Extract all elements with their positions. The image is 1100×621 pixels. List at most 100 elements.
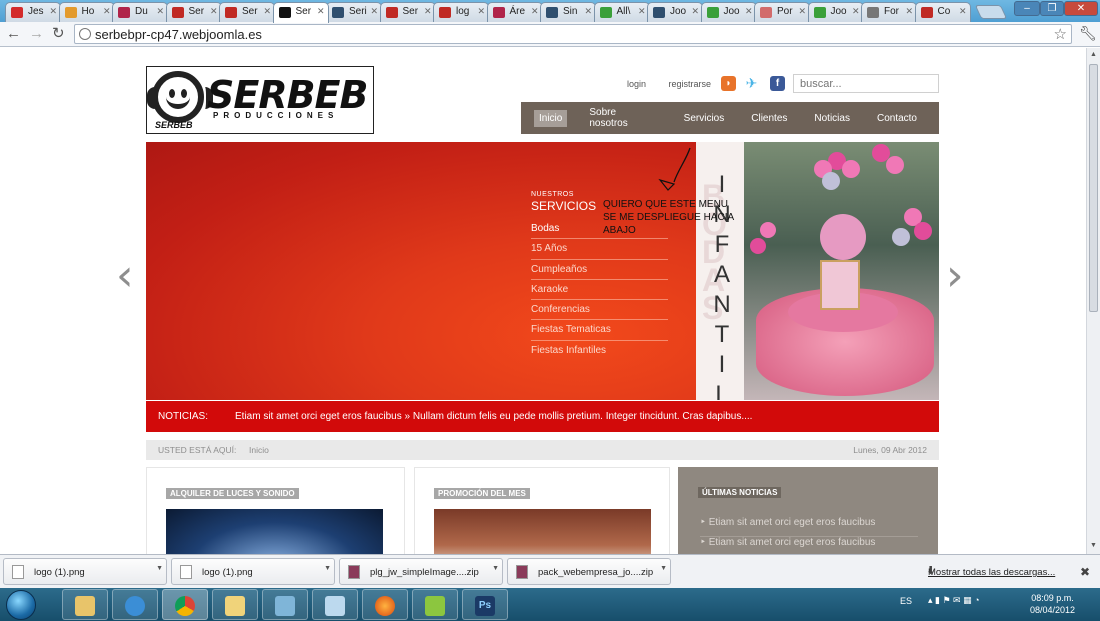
- taskbar-photoshop[interactable]: Ps: [462, 589, 508, 620]
- reload-icon[interactable]: ↻: [52, 25, 65, 43]
- download-menu-caret-icon[interactable]: ▼: [660, 565, 667, 572]
- scroll-down-icon[interactable]: ▼: [1090, 542, 1097, 549]
- taskbar-window[interactable]: [312, 589, 358, 620]
- close-tab-icon[interactable]: ✕: [156, 6, 164, 17]
- taskbar-ie[interactable]: [112, 589, 158, 620]
- browser-tab[interactable]: Ser ✕: [379, 2, 436, 22]
- lights-image[interactable]: [166, 509, 383, 554]
- close-tab-icon[interactable]: ✕: [905, 6, 913, 17]
- close-tab-icon[interactable]: ✕: [103, 6, 111, 17]
- taskbar-folder[interactable]: [212, 589, 258, 620]
- forward-arrow-icon[interactable]: →: [29, 25, 44, 43]
- close-tab-icon[interactable]: ✕: [424, 6, 432, 17]
- service-item[interactable]: 15 Años: [531, 239, 668, 260]
- service-item[interactable]: Fiestas Tematicas: [531, 320, 668, 341]
- taskbar-firefox[interactable]: [362, 589, 408, 620]
- download-menu-caret-icon[interactable]: ▼: [156, 565, 163, 572]
- close-tab-icon[interactable]: ✕: [263, 6, 271, 17]
- wrench-menu-icon[interactable]: 🔧︎: [1079, 25, 1097, 42]
- download-item[interactable]: pack_webempresa_jo....zip ▼: [507, 558, 671, 585]
- scroll-up-icon[interactable]: ▲: [1090, 51, 1097, 58]
- slide-prev-arrow-icon[interactable]: ‹: [116, 254, 134, 298]
- nav-item[interactable]: Contacto: [872, 110, 922, 127]
- browser-tab[interactable]: Joo ✕: [647, 2, 703, 22]
- news-item[interactable]: ‣ Etiam sit amet orci eget eros faucibus: [700, 537, 918, 554]
- back-arrow-icon[interactable]: ←: [6, 25, 21, 43]
- language-indicator[interactable]: ES: [900, 596, 912, 606]
- browser-tab[interactable]: Áre ✕: [486, 2, 543, 22]
- service-item[interactable]: Fiestas Infantiles: [531, 341, 668, 361]
- browser-tab[interactable]: Ser ✕: [219, 2, 275, 22]
- browser-tab[interactable]: All\ ✕: [593, 2, 650, 22]
- tray-icons[interactable]: ▴ ▮ ⚑ ✉ ▦ ◔: [928, 595, 980, 606]
- browser-tab[interactable]: Co ✕: [914, 2, 971, 22]
- close-tab-icon[interactable]: ✕: [317, 6, 325, 17]
- register-link[interactable]: registrarse: [669, 79, 712, 89]
- nav-item[interactable]: Noticias: [809, 110, 855, 127]
- browser-tab[interactable]: Ser ✕: [165, 2, 222, 22]
- service-item[interactable]: Conferencias: [531, 300, 668, 321]
- scroll-thumb[interactable]: [1089, 64, 1098, 312]
- bookmark-star-icon[interactable]: ☆: [1054, 25, 1067, 43]
- minimize-button[interactable]: –: [1014, 1, 1040, 16]
- nav-item[interactable]: Sobre nosotros: [584, 104, 661, 132]
- twitter-icon[interactable]: ✈: [744, 76, 759, 91]
- close-tab-icon[interactable]: ✕: [531, 6, 539, 17]
- close-window-button[interactable]: ✕: [1064, 1, 1098, 16]
- taskbar-people[interactable]: [262, 589, 308, 620]
- nav-item[interactable]: Inicio: [534, 109, 568, 127]
- facebook-icon[interactable]: f: [770, 76, 785, 91]
- service-item[interactable]: Karaoke: [531, 280, 668, 301]
- rss-icon[interactable]: ◗: [721, 76, 736, 91]
- taskbar-explorer[interactable]: [62, 589, 108, 620]
- close-tab-icon[interactable]: ✕: [852, 6, 860, 17]
- close-tab-icon[interactable]: ✕: [49, 6, 57, 17]
- new-tab-button[interactable]: [974, 5, 1008, 19]
- browser-tab[interactable]: log ✕: [433, 2, 489, 22]
- start-button[interactable]: [6, 590, 36, 620]
- download-menu-caret-icon[interactable]: ▼: [492, 565, 499, 572]
- browser-tab[interactable]: Ser ✕: [272, 2, 329, 23]
- browser-tab[interactable]: Du ✕: [112, 2, 168, 22]
- download-item[interactable]: logo (1).png ▼: [3, 558, 167, 585]
- close-tab-icon[interactable]: ✕: [638, 6, 646, 17]
- page-scrollbar[interactable]: ▲ ▼: [1086, 48, 1100, 554]
- browser-tab[interactable]: For ✕: [861, 2, 917, 22]
- browser-tab[interactable]: Joo ✕: [807, 2, 864, 22]
- browser-tab[interactable]: Ho ✕: [58, 2, 115, 22]
- browser-tab[interactable]: Joo ✕: [700, 2, 757, 22]
- taskbar-notepad[interactable]: [412, 589, 458, 620]
- download-item[interactable]: logo (1).png ▼: [171, 558, 335, 585]
- site-logo[interactable]: SERBEB PRODUCCIONES SERBEB: [146, 66, 374, 134]
- download-menu-caret-icon[interactable]: ▼: [324, 565, 331, 572]
- search-input[interactable]: [793, 74, 939, 93]
- browser-tab[interactable]: Sin ✕: [540, 2, 596, 22]
- close-tab-icon[interactable]: ✕: [370, 6, 378, 17]
- browser-tab[interactable]: Jes ✕: [5, 2, 61, 22]
- close-tab-icon[interactable]: ✕: [798, 6, 806, 17]
- slide-next-arrow-icon[interactable]: ›: [946, 254, 964, 298]
- login-link[interactable]: login: [627, 79, 646, 89]
- browser-tab[interactable]: Seri ✕: [326, 2, 382, 22]
- maximize-button[interactable]: ❐: [1040, 1, 1064, 16]
- service-item[interactable]: Cumpleaños: [531, 260, 668, 280]
- show-all-downloads-link[interactable]: Mostrar todas las descargas...: [928, 567, 1055, 578]
- ticker-text[interactable]: Etiam sit amet orci eget eros faucibus »…: [235, 411, 752, 422]
- breadcrumb-current[interactable]: Inicio: [249, 445, 269, 455]
- close-download-bar-icon[interactable]: ✖: [1080, 565, 1090, 579]
- news-item[interactable]: ‣ Etiam sit amet orci eget eros faucibus: [700, 517, 918, 537]
- close-tab-icon[interactable]: ✕: [477, 6, 485, 17]
- close-tab-icon[interactable]: ✕: [691, 6, 699, 17]
- close-tab-icon[interactable]: ✕: [584, 6, 592, 17]
- close-tab-icon[interactable]: ✕: [959, 6, 967, 17]
- taskbar-chrome[interactable]: [162, 589, 208, 620]
- system-clock[interactable]: 08:09 p.m. 08/04/2012: [1030, 592, 1075, 616]
- close-tab-icon[interactable]: ✕: [745, 6, 753, 17]
- nav-item[interactable]: Servicios: [679, 110, 730, 127]
- browser-tab[interactable]: Por ✕: [754, 2, 810, 22]
- address-bar[interactable]: serbebpr-cp47.webjoomla.es ☆: [74, 24, 1072, 44]
- promo-image[interactable]: [434, 509, 651, 554]
- download-item[interactable]: plg_jw_simpleImage....zip ▼: [339, 558, 503, 585]
- close-tab-icon[interactable]: ✕: [210, 6, 218, 17]
- nav-item[interactable]: Clientes: [746, 110, 792, 127]
